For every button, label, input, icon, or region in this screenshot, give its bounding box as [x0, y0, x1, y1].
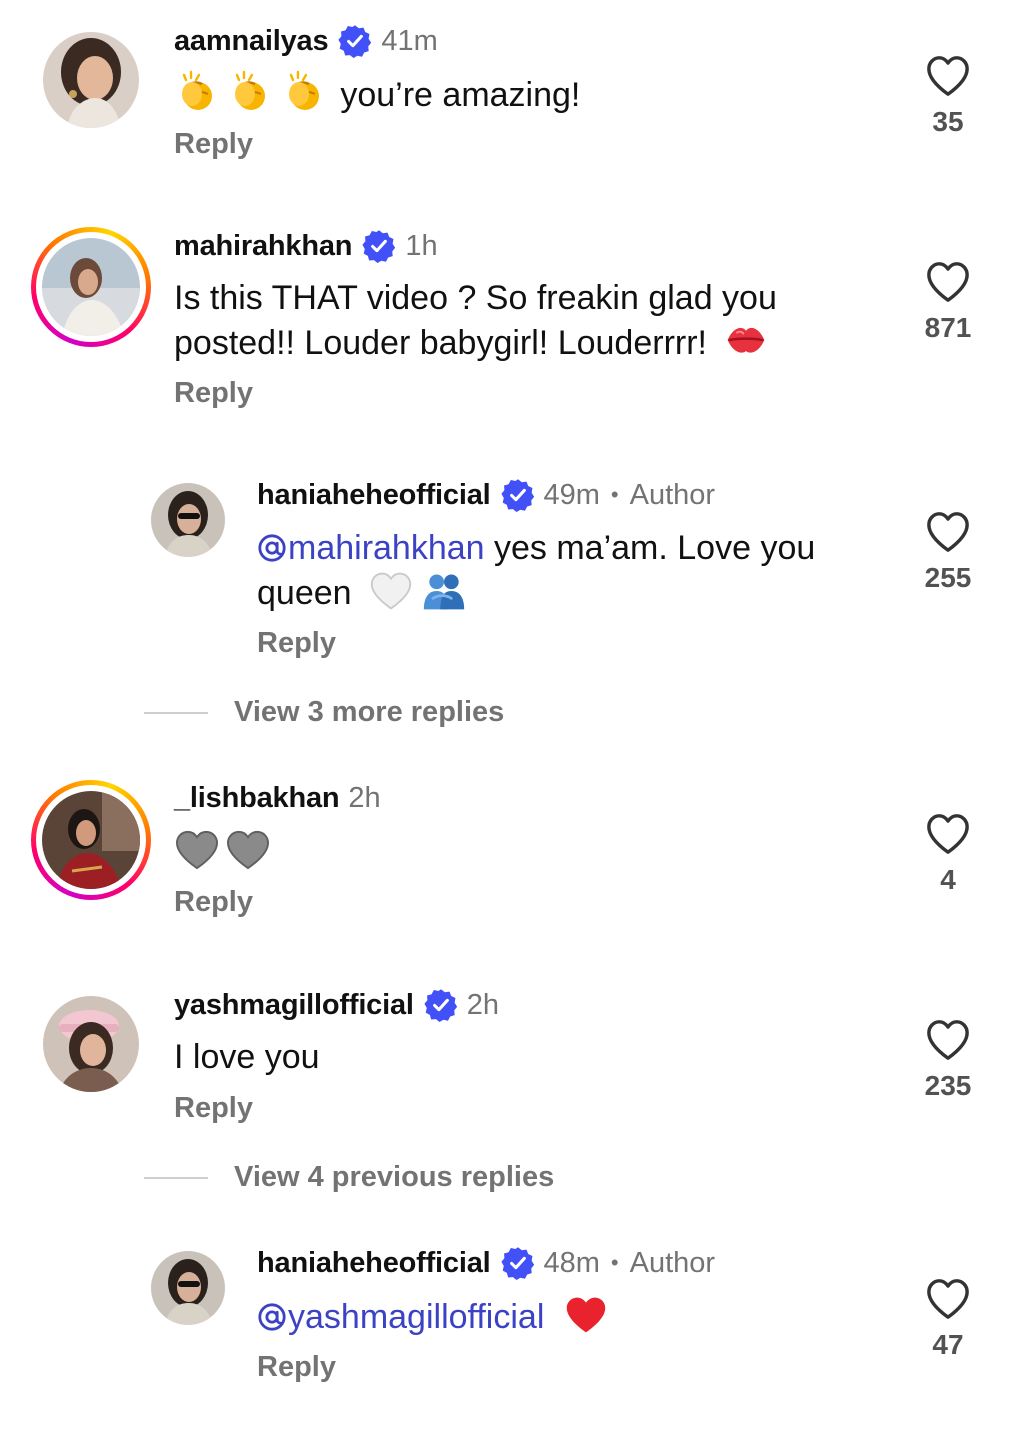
people-hugging-icon — [422, 570, 466, 612]
username[interactable]: haniaheheofficial — [257, 479, 491, 512]
comment-text — [174, 829, 874, 878]
avatar[interactable] — [42, 791, 140, 889]
comment-text: I love you — [174, 1035, 874, 1079]
timestamp: 2h — [466, 988, 500, 1021]
heart-outline-icon — [925, 1018, 971, 1062]
separator-dot: • — [610, 1250, 619, 1275]
clapping-hands-icon — [174, 70, 218, 114]
at-sign-icon — [257, 533, 287, 563]
view-more-replies-button[interactable]: View 3 more replies — [144, 696, 504, 729]
red-heart-icon — [564, 1294, 608, 1336]
kiss-mark-icon — [724, 320, 768, 360]
heart-outline-icon — [925, 510, 971, 554]
username[interactable]: yashmagillofficial — [174, 989, 414, 1022]
verified-badge-icon — [424, 988, 458, 1022]
avatar[interactable] — [151, 1251, 225, 1325]
divider — [144, 711, 208, 714]
comment-text: Is this THAT video ? So freakin glad you… — [174, 276, 894, 365]
view-previous-replies-label: View 4 previous replies — [234, 1161, 555, 1193]
verified-badge-icon — [501, 1246, 535, 1280]
divider — [144, 1176, 208, 1179]
heart-outline-icon — [925, 812, 971, 856]
verified-badge-icon — [501, 478, 535, 512]
timestamp: 48m — [543, 1246, 600, 1279]
white-heart-icon — [369, 570, 413, 612]
comment-item: aamnailyas 41m you’re amazing! Reply 35 — [0, 0, 1024, 200]
username[interactable]: aamnailyas — [174, 25, 329, 58]
like-button[interactable]: 35 — [898, 54, 998, 138]
like-count: 47 — [932, 1329, 964, 1360]
heart-outline-icon — [925, 54, 971, 98]
author-label: Author — [629, 478, 716, 511]
username[interactable]: _lishbakhan — [174, 782, 340, 815]
comment-text: yashmagillofficial — [257, 1294, 897, 1339]
username[interactable]: mahirahkhan — [174, 230, 353, 263]
like-count: 871 — [924, 312, 972, 343]
mention-username: yashmagillofficial — [288, 1298, 545, 1336]
like-count: 35 — [932, 106, 964, 137]
avatar[interactable] — [43, 32, 139, 128]
like-button[interactable]: 871 — [898, 260, 998, 344]
like-count: 235 — [924, 1070, 972, 1101]
heart-outline-icon — [925, 1277, 971, 1321]
like-button[interactable]: 255 — [898, 510, 998, 594]
at-sign-icon — [257, 1302, 287, 1332]
timestamp: 1h — [405, 229, 438, 262]
mention-link[interactable]: mahirahkhan — [257, 529, 485, 567]
comment-body-line-1: yes ma’am. Love you — [484, 529, 816, 567]
view-more-replies-label: View 3 more replies — [234, 696, 505, 728]
heart-outline-icon — [925, 260, 971, 304]
grey-heart-icon — [225, 829, 271, 871]
reply-button[interactable]: Reply — [257, 627, 336, 660]
comment-body: I love you — [174, 1038, 320, 1076]
mention-link[interactable]: yashmagillofficial — [257, 1298, 544, 1336]
view-previous-replies-button[interactable]: View 4 previous replies — [144, 1161, 554, 1194]
reply-button[interactable]: Reply — [174, 1092, 253, 1125]
reply-button[interactable]: Reply — [174, 886, 253, 919]
username[interactable]: haniaheheofficial — [257, 1247, 491, 1280]
author-label: Author — [629, 1246, 716, 1279]
like-button[interactable]: 235 — [898, 1018, 998, 1102]
timestamp: 49m — [543, 478, 600, 511]
comment-body: you’re amazing! — [340, 76, 581, 114]
avatar[interactable] — [42, 238, 140, 336]
clapping-hands-icon — [281, 70, 325, 114]
like-count: 255 — [924, 562, 972, 593]
comment-body-line-2: posted!! Louder babygirl! Louderrrr! — [174, 324, 707, 362]
reply-button[interactable]: Reply — [257, 1351, 336, 1384]
separator-dot: • — [610, 482, 619, 507]
grey-heart-icon — [174, 829, 220, 871]
avatar[interactable] — [151, 483, 225, 557]
like-button[interactable]: 4 — [898, 812, 998, 896]
verified-badge-icon — [338, 24, 372, 58]
reply-button[interactable]: Reply — [174, 128, 253, 161]
clapping-hands-icon — [227, 70, 271, 114]
like-count: 4 — [940, 864, 956, 895]
avatar[interactable] — [43, 996, 139, 1092]
comment-text: mahirahkhan yes ma’am. Love you queen — [257, 526, 897, 615]
like-button[interactable]: 47 — [898, 1277, 998, 1361]
timestamp: 2h — [348, 782, 381, 814]
mention-username: mahirahkhan — [288, 529, 485, 567]
reply-button[interactable]: Reply — [174, 377, 253, 410]
comment-body-line-2: queen — [257, 574, 352, 612]
timestamp: 41m — [381, 24, 438, 57]
comment-body-line-1: Is this THAT video ? So freakin glad you — [174, 279, 777, 317]
verified-badge-icon — [362, 229, 396, 263]
comment-text: you’re amazing! — [174, 70, 874, 117]
